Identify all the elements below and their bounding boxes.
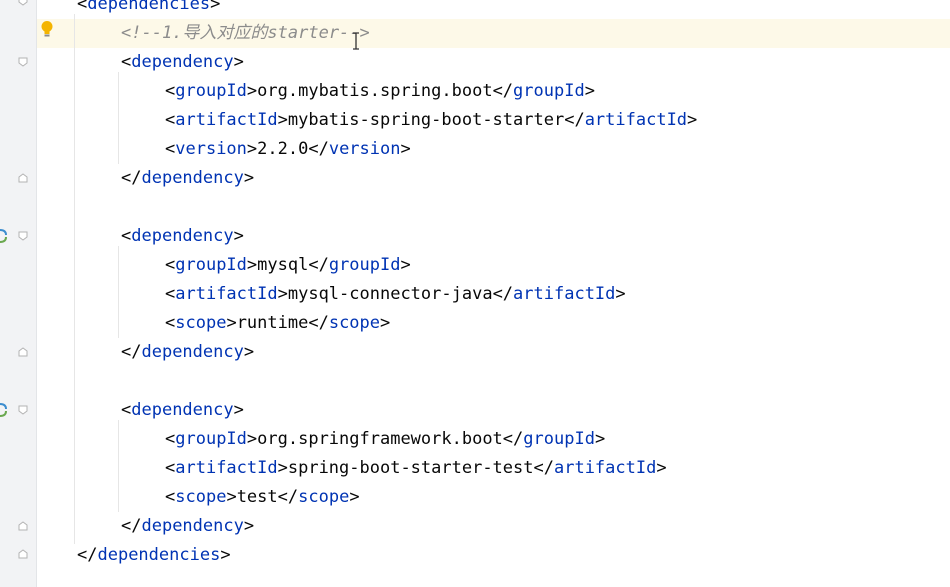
xml-tag-name: scope <box>175 313 227 333</box>
fold-marker-icon[interactable] <box>18 231 28 241</box>
xml-tag-name: scope <box>328 313 381 333</box>
code-editor[interactable]: <dependencies> <!--1.导入对应的starter--> <depe… <box>37 0 950 587</box>
code-content: <scope>runtime</scope> <box>165 313 391 333</box>
code-line[interactable]: <dependency> <box>37 48 950 77</box>
xml-tag-name: dependency <box>141 516 244 536</box>
indent-guide <box>118 72 119 164</box>
code-line[interactable]: <dependency> <box>37 396 950 425</box>
editor-gutter[interactable] <box>0 0 36 587</box>
code-line[interactable]: <groupId>org.springframework.boot</group… <box>37 425 950 454</box>
code-content: </dependency> <box>121 168 255 188</box>
code-content: <groupId>org.springframework.boot</group… <box>165 429 606 449</box>
xml-tag-value: mysql <box>257 255 309 275</box>
xml-tag-value: 2.2.0 <box>257 139 309 159</box>
code-content: <version>2.2.0</version> <box>165 139 411 159</box>
code-line[interactable] <box>37 193 950 222</box>
code-content: <artifactId>mysql-connector-java</artifa… <box>165 284 626 304</box>
code-content: </dependencies> <box>77 545 231 565</box>
xml-tag-value: test <box>236 487 278 507</box>
run-gutter-icon[interactable] <box>0 402 8 422</box>
code-line[interactable]: <scope>runtime</scope> <box>37 309 950 338</box>
xml-tag-name: artifactId <box>175 110 278 130</box>
code-line[interactable]: <groupId>org.mybatis.spring.boot</groupI… <box>37 77 950 106</box>
xml-tag-name: version <box>328 139 401 159</box>
indent-guide <box>74 14 75 544</box>
code-content: <!--1.导入对应的starter--> <box>121 19 370 48</box>
xml-tag-name: artifactId <box>513 284 616 304</box>
xml-tag-value: mysql-connector-java <box>287 284 493 304</box>
fold-marker-icon[interactable] <box>18 549 28 559</box>
xml-tag-name: artifactId <box>175 458 278 478</box>
xml-tag-name: dependency <box>141 342 244 362</box>
xml-tag-name: groupId <box>175 429 247 449</box>
xml-tag-name: dependency <box>141 168 244 188</box>
code-line[interactable]: <dependency> <box>37 222 950 251</box>
code-content: </dependency> <box>121 342 255 362</box>
lightbulb-icon[interactable] <box>40 20 54 42</box>
code-content: <artifactId>mybatis-spring-boot-starter<… <box>165 110 698 130</box>
code-content: </dependency> <box>121 516 255 536</box>
xml-tag-value: runtime <box>236 313 309 333</box>
code-content: <scope>test</scope> <box>165 487 360 507</box>
fold-marker-icon[interactable] <box>18 173 28 183</box>
xml-tag-name: artifactId <box>584 110 688 130</box>
code-line[interactable]: <dependencies> <box>37 0 950 19</box>
xml-tag-name: version <box>175 139 247 159</box>
xml-tag-name: artifactId <box>553 458 657 478</box>
run-gutter-icon[interactable] <box>0 228 8 248</box>
code-line[interactable]: </dependency> <box>37 512 950 541</box>
fold-marker-icon[interactable] <box>18 347 28 357</box>
code-line[interactable]: <!--1.导入对应的starter--> <box>37 19 950 48</box>
xml-tag-name: dependencies <box>97 545 221 565</box>
xml-tag-name: dependency <box>131 226 234 246</box>
code-line[interactable]: </dependencies> <box>37 541 950 570</box>
xml-tag-value: spring-boot-starter-test <box>287 458 534 478</box>
xml-tag-name: scope <box>175 487 227 507</box>
code-content: <groupId>org.mybatis.spring.boot</groupI… <box>165 81 595 101</box>
code-content: <dependency> <box>121 226 244 246</box>
indent-guide <box>118 420 119 512</box>
code-line[interactable]: </dependency> <box>37 338 950 367</box>
xml-tag-name: groupId <box>513 81 585 101</box>
code-content: <groupId>mysql</groupId> <box>165 255 411 275</box>
code-line[interactable]: <version>2.2.0</version> <box>37 135 950 164</box>
fold-marker-icon[interactable] <box>18 57 28 67</box>
xml-tag-name: dependency <box>131 400 234 420</box>
xml-tag-name: artifactId <box>175 284 278 304</box>
text-cursor-icon <box>353 32 359 50</box>
code-content: <artifactId>spring-boot-starter-test</ar… <box>165 458 667 478</box>
code-content: <dependency> <box>121 400 244 420</box>
xml-comment: <!--1.导入对应的starter--> <box>121 23 370 43</box>
xml-tag-value: org.springframework.boot <box>257 429 503 449</box>
code-line[interactable]: <groupId>mysql</groupId> <box>37 251 950 280</box>
xml-tag-name: dependencies <box>87 0 211 14</box>
code-line[interactable]: <scope>test</scope> <box>37 483 950 512</box>
fold-marker-icon[interactable] <box>18 521 28 531</box>
code-content: <dependency> <box>121 52 244 72</box>
code-line[interactable]: <artifactId>spring-boot-starter-test</ar… <box>37 454 950 483</box>
xml-tag-name: groupId <box>328 255 401 275</box>
fold-marker-icon[interactable] <box>18 405 28 415</box>
fold-marker-icon[interactable] <box>18 0 28 6</box>
xml-tag-name: groupId <box>523 429 595 449</box>
code-line[interactable] <box>37 367 950 396</box>
xml-tag-name: groupId <box>175 81 247 101</box>
code-line[interactable]: <artifactId>mysql-connector-java</artifa… <box>37 280 950 309</box>
xml-tag-name: scope <box>298 487 350 507</box>
xml-tag-name: dependency <box>131 52 234 72</box>
code-line[interactable]: <artifactId>mybatis-spring-boot-starter<… <box>37 106 950 135</box>
xml-tag-value: org.mybatis.spring.boot <box>257 81 493 101</box>
xml-tag-name: groupId <box>175 255 247 275</box>
xml-tag-value: mybatis-spring-boot-starter <box>287 110 565 130</box>
indent-guide <box>118 246 119 338</box>
code-content: <dependencies> <box>77 0 220 19</box>
code-line[interactable]: </dependency> <box>37 164 950 193</box>
